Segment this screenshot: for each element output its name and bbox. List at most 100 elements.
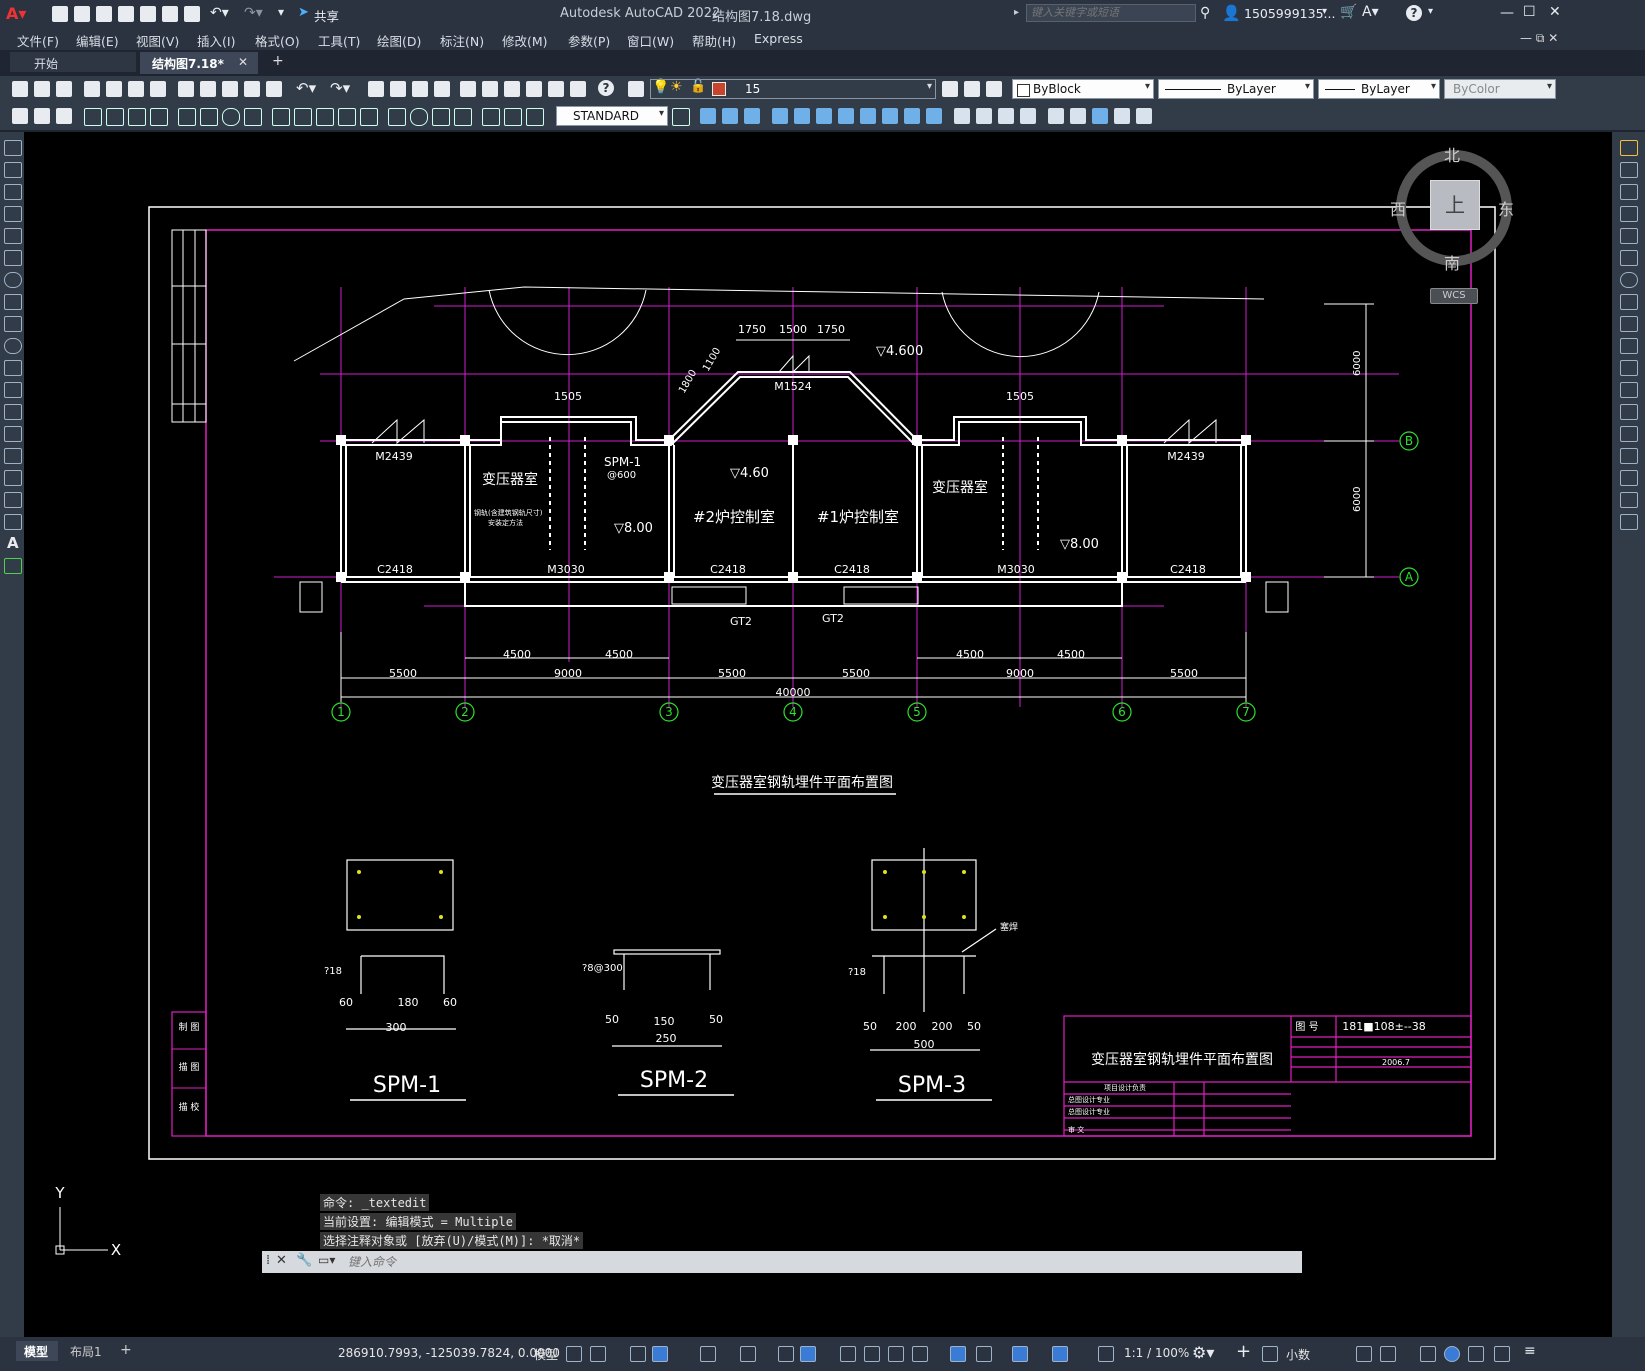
drawing-canvas[interactable]: 制 图 描 图 描 校 6000 6000 1750 1500 1750 150… <box>24 132 1612 1337</box>
copy-object-icon[interactable] <box>1620 162 1638 178</box>
table-icon[interactable] <box>4 514 22 530</box>
polygon-icon[interactable] <box>4 206 22 222</box>
properties-icon[interactable] <box>460 81 476 97</box>
move-icon[interactable] <box>1620 250 1638 266</box>
help-toolbar-icon[interactable]: ? <box>598 80 614 96</box>
annotation-scale-value[interactable]: 1:1 / 100% <box>1124 1346 1189 1360</box>
annotation-visibility-icon[interactable] <box>1012 1346 1028 1362</box>
layer-previous-icon[interactable] <box>964 81 980 97</box>
tab-start[interactable]: 开始 <box>10 52 136 72</box>
menu-help[interactable]: 帮助(H) <box>692 31 736 50</box>
save-as-icon[interactable] <box>118 6 134 22</box>
arc-length-icon[interactable] <box>128 108 146 126</box>
zoom-window-icon[interactable] <box>412 81 428 97</box>
circle-icon[interactable] <box>4 272 22 288</box>
publish-icon[interactable] <box>128 81 144 97</box>
3d-print-icon[interactable] <box>150 81 166 97</box>
chamfer-icon[interactable] <box>1620 448 1638 464</box>
search-input[interactable] <box>1026 4 1196 22</box>
redo-icon[interactable]: ↷▾ <box>244 5 263 21</box>
explode-icon[interactable] <box>1620 514 1638 530</box>
modify-icon-6[interactable] <box>816 108 832 124</box>
layer-states-icon[interactable] <box>986 81 1002 97</box>
tolerance-icon[interactable] <box>388 108 406 126</box>
selection-cycling-icon[interactable] <box>864 1346 880 1362</box>
lineweight-dropdown[interactable]: ByLayer ▾ <box>1318 79 1440 99</box>
share-icon[interactable]: ➤ <box>298 5 309 20</box>
help-dropdown-icon[interactable]: ▾ <box>1428 6 1433 17</box>
annotation-monitor-icon[interactable]: + <box>1236 1341 1251 1362</box>
scale-icon[interactable] <box>1620 294 1638 310</box>
units-value[interactable]: 小数 <box>1286 1346 1310 1363</box>
modify-icon-1[interactable] <box>700 108 716 124</box>
modify-icon-4[interactable] <box>772 108 788 124</box>
save-icon-2[interactable] <box>56 81 72 97</box>
user-icon[interactable]: 👤 <box>1222 4 1241 22</box>
modify-icon-2[interactable] <box>722 108 738 124</box>
undo-icon[interactable]: ↶▾ <box>210 5 229 21</box>
selection-filter-icon[interactable] <box>950 1346 966 1362</box>
menu-parametric[interactable]: 参数(P) <box>568 31 610 50</box>
quick-access-dropdown-icon[interactable]: ▾ <box>278 5 284 19</box>
match-properties-icon[interactable] <box>244 81 260 97</box>
erase-icon[interactable] <box>1620 140 1638 156</box>
modify-icon-9[interactable] <box>882 108 898 124</box>
open-file-icon[interactable] <box>74 6 90 22</box>
mirror-icon[interactable] <box>1620 184 1638 200</box>
maximize-button[interactable]: ☐ <box>1523 4 1536 20</box>
clean-screen-icon[interactable] <box>1468 1346 1484 1362</box>
extend-icon[interactable] <box>1620 360 1638 376</box>
tool-palettes-icon[interactable] <box>504 81 520 97</box>
menu-modify[interactable]: 修改(M) <box>502 31 548 50</box>
modify-icon-12[interactable] <box>954 108 970 124</box>
web-open-icon[interactable] <box>140 6 156 22</box>
dynamic-ucs-icon[interactable] <box>912 1346 928 1362</box>
center-mark-icon[interactable] <box>410 108 428 126</box>
modify-icon-11[interactable] <box>926 108 942 124</box>
layer-dropdown[interactable]: 15 ▾ <box>650 79 936 99</box>
chevron-down-icon[interactable]: ▾ <box>1322 6 1327 17</box>
web-save-icon[interactable] <box>162 6 178 22</box>
gizmo-icon[interactable] <box>976 1346 992 1362</box>
hatch-icon[interactable] <box>4 448 22 464</box>
menu-view[interactable]: 视图(V) <box>136 31 179 50</box>
join-icon[interactable] <box>1620 426 1638 442</box>
hardware-acceleration-icon[interactable] <box>1444 1346 1460 1362</box>
dimension-space-icon[interactable] <box>338 108 356 126</box>
markup-icon[interactable] <box>548 81 564 97</box>
tab-active[interactable]: 结构图7.18* ✕ <box>140 52 258 74</box>
redo-toolbar-icon[interactable]: ↷▾ <box>330 79 350 97</box>
units-icon[interactable] <box>1262 1346 1278 1362</box>
viewcube-east[interactable]: 东 <box>1498 196 1514 220</box>
revision-cloud-icon[interactable] <box>4 294 22 310</box>
dimension-update-icon[interactable] <box>526 108 544 126</box>
fillet-icon[interactable] <box>1620 470 1638 486</box>
plot-icon[interactable] <box>184 6 200 22</box>
minimize-button[interactable]: — <box>1500 5 1514 21</box>
tab-model[interactable]: 模型 <box>16 1341 58 1361</box>
dimension-edit-icon[interactable] <box>482 108 500 126</box>
object-snap-icon[interactable] <box>778 1346 794 1362</box>
diameter-dimension-icon[interactable] <box>222 108 240 126</box>
make-block-icon[interactable] <box>4 404 22 420</box>
ortho-icon[interactable] <box>630 1346 646 1362</box>
copy-icon[interactable] <box>200 81 216 97</box>
snap-icon[interactable] <box>590 1346 606 1362</box>
point-icon[interactable] <box>4 426 22 442</box>
command-grip-icon[interactable]: ⁞ <box>266 1253 270 1268</box>
linetype-dropdown[interactable]: ByLayer ▾ <box>1158 79 1314 99</box>
qnew-icon[interactable] <box>12 81 28 97</box>
block-editor-icon[interactable] <box>266 81 282 97</box>
dimension-text-edit-icon[interactable] <box>504 108 522 126</box>
trim-icon[interactable] <box>1620 338 1638 354</box>
cut-icon[interactable] <box>178 81 194 97</box>
radius-dimension-icon[interactable] <box>178 108 196 126</box>
polyline-icon[interactable] <box>4 184 22 200</box>
menu-format[interactable]: 格式(O) <box>255 31 300 50</box>
modify-icon-16[interactable] <box>1048 108 1064 124</box>
layer-properties-icon[interactable] <box>628 81 644 97</box>
tool-icon-1[interactable] <box>12 108 28 124</box>
recent-commands-icon[interactable]: ▭▾ <box>318 1253 335 1267</box>
zoom-realtime-icon[interactable] <box>390 81 406 97</box>
customize-icon[interactable]: 🔧 <box>296 1253 312 1268</box>
